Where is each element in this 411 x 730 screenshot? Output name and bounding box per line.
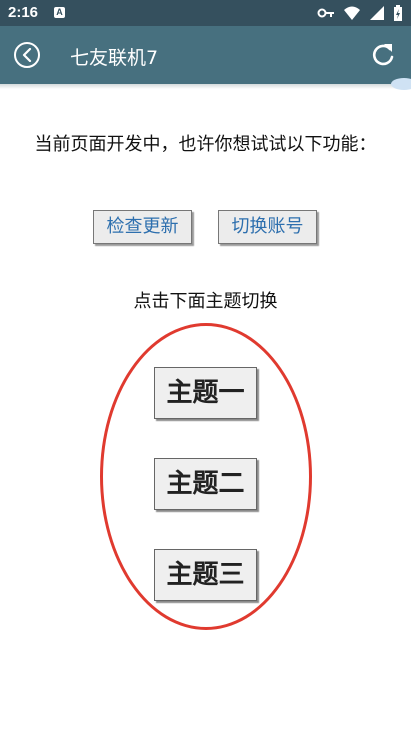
- status-time: 2:16: [8, 4, 39, 21]
- notification-badge: A: [54, 7, 65, 18]
- app-bar-shadow: [0, 84, 411, 89]
- theme-3-button[interactable]: 主题三: [154, 549, 257, 601]
- wifi-icon: [343, 6, 360, 20]
- status-icons: [314, 5, 403, 21]
- theme-hint: 点击下面主题切换: [133, 291, 278, 312]
- theme-2-button[interactable]: 主题二: [154, 458, 257, 510]
- back-icon: [22, 48, 32, 62]
- key-icon: [317, 8, 334, 18]
- intro-text: 当前页面开发中，也许你想试试以下功能：: [34, 134, 377, 155]
- status-bar: 2:16 A: [0, 0, 411, 26]
- page-title: 七友联机7: [70, 47, 159, 69]
- refresh-icon: [372, 44, 394, 66]
- app-bar: 七友联机7: [0, 26, 411, 84]
- signal-icon: [369, 6, 384, 20]
- theme-1-button[interactable]: 主题一: [154, 367, 257, 419]
- battery-icon: [394, 5, 402, 21]
- decorative-blob: [391, 78, 411, 90]
- switch-account-button[interactable]: 切换账号: [218, 210, 317, 244]
- back-button[interactable]: [14, 42, 40, 68]
- refresh-button[interactable]: [369, 41, 397, 69]
- check-update-button[interactable]: 检查更新: [93, 210, 192, 244]
